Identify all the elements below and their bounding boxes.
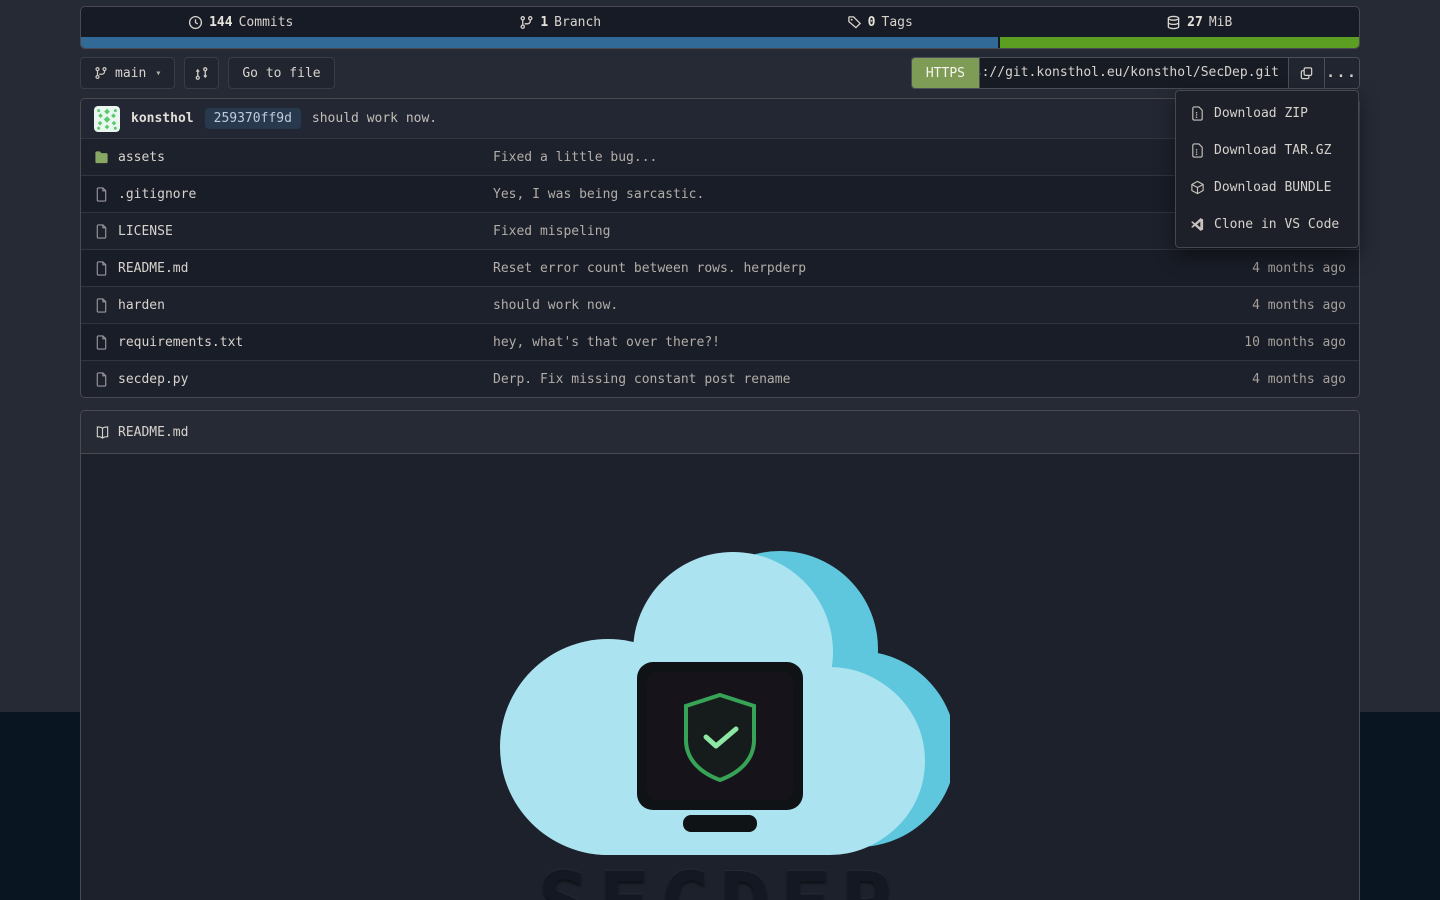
git-branch-icon xyxy=(519,15,534,30)
commit-date: 4 months ago xyxy=(1126,261,1346,276)
language-segment xyxy=(1000,37,1359,48)
file-link[interactable]: LICENSE xyxy=(118,224,173,239)
commit-date: 4 months ago xyxy=(1126,298,1346,313)
file-link[interactable]: secdep.py xyxy=(118,372,188,387)
more-options-button[interactable]: ... xyxy=(1324,58,1359,88)
clock-history-icon xyxy=(188,15,203,30)
database-icon xyxy=(1166,15,1181,30)
avatar[interactable] xyxy=(94,106,120,132)
go-to-file-label: Go to file xyxy=(242,66,320,81)
stat-tags-label: Tags xyxy=(882,15,913,30)
copy-url-button[interactable] xyxy=(1289,58,1324,88)
clone-url-input[interactable]: https://git.konsthol.eu/konsthol/SecDep.… xyxy=(979,58,1289,88)
zip-file-icon xyxy=(1190,143,1205,158)
stat-size-label: MiB xyxy=(1209,15,1232,30)
git-compare-icon xyxy=(194,66,209,81)
menu-item-label: Clone in VS Code xyxy=(1214,217,1339,232)
repo-summary-bar: 144 Commits 1 Branch 0 Tags 27 MiB xyxy=(80,6,1360,49)
secdep-logo-image: SECDEP xyxy=(490,549,950,900)
chevron-down-icon: ▾ xyxy=(155,68,161,79)
table-row: harden should work now. 4 months ago xyxy=(81,286,1359,323)
table-row: requirements.txt hey, what's that over t… xyxy=(81,323,1359,360)
stat-commits-count: 144 xyxy=(209,15,232,30)
repo-toolbar: main ▾ Go to file HTTPS https://git.kons… xyxy=(80,57,1360,89)
table-row: .gitignore Yes, I was being sarcastic. xyxy=(81,175,1359,212)
file-table: konsthol 259370ff9d should work now. ass… xyxy=(80,98,1360,398)
latest-commit-message[interactable]: should work now. xyxy=(312,111,437,126)
file-icon xyxy=(94,261,109,276)
stat-commits-label: Commits xyxy=(239,15,294,30)
commit-message-link[interactable]: hey, what's that over there?! xyxy=(493,335,1126,350)
table-row: assets Fixed a little bug... xyxy=(81,138,1359,175)
stat-tags[interactable]: 0 Tags xyxy=(720,7,1040,37)
stat-branches[interactable]: 1 Branch xyxy=(401,7,721,37)
folder-icon xyxy=(94,150,109,165)
book-icon xyxy=(95,425,110,440)
menu-item-label: Download BUNDLE xyxy=(1214,180,1331,195)
package-icon xyxy=(1190,180,1205,195)
copy-icon xyxy=(1299,66,1314,81)
commit-message-link[interactable]: Yes, I was being sarcastic. xyxy=(493,187,1126,202)
secdep-logo-wordmark: SECDEP xyxy=(490,854,950,900)
stat-commits[interactable]: 144 Commits xyxy=(81,7,401,37)
stat-size-count: 27 xyxy=(1187,15,1203,30)
file-icon xyxy=(94,372,109,387)
commit-date: 4 months ago xyxy=(1126,372,1346,387)
menu-item-download-targz[interactable]: Download TAR.GZ xyxy=(1176,132,1358,169)
commit-message-link[interactable]: Derp. Fix missing constant post rename xyxy=(493,372,1126,387)
menu-item-download-zip[interactable]: Download ZIP xyxy=(1176,95,1358,132)
language-segment xyxy=(81,37,998,48)
clone-url-value: https://git.konsthol.eu/konsthol/SecDep.… xyxy=(979,65,1279,80)
menu-item-label: Download TAR.GZ xyxy=(1214,143,1331,158)
file-link[interactable]: README.md xyxy=(118,261,188,276)
branch-selector-button[interactable]: main ▾ xyxy=(80,57,175,89)
file-icon xyxy=(94,298,109,313)
vscode-icon xyxy=(1190,217,1205,232)
commit-date: 10 months ago xyxy=(1126,335,1346,350)
language-stats-bar[interactable] xyxy=(81,37,1359,48)
readme-panel: README.md SECDEP xyxy=(80,410,1360,900)
table-row: secdep.py Derp. Fix missing constant pos… xyxy=(81,360,1359,397)
stat-tags-count: 0 xyxy=(868,15,876,30)
clone-protocol-https-button[interactable]: HTTPS xyxy=(912,58,979,88)
tag-icon xyxy=(847,15,862,30)
stat-branches-label: Branch xyxy=(554,15,601,30)
commit-sha-badge[interactable]: 259370ff9d xyxy=(205,108,301,129)
commit-message-link[interactable]: should work now. xyxy=(493,298,1126,313)
table-row: LICENSE Fixed mispeling xyxy=(81,212,1359,249)
compare-branches-button[interactable] xyxy=(184,57,219,89)
file-link[interactable]: assets xyxy=(118,150,165,165)
latest-commit-row: konsthol 259370ff9d should work now. xyxy=(81,99,1359,138)
stat-size[interactable]: 27 MiB xyxy=(1040,7,1360,37)
file-icon xyxy=(94,187,109,202)
table-row: README.md Reset error count between rows… xyxy=(81,249,1359,286)
download-dropdown-menu: Download ZIP Download TAR.GZ Download BU… xyxy=(1175,90,1359,248)
file-link[interactable]: harden xyxy=(118,298,165,313)
commit-message-link[interactable]: Fixed a little bug... xyxy=(493,150,1126,165)
git-branch-icon xyxy=(94,66,108,80)
file-link[interactable]: requirements.txt xyxy=(118,335,243,350)
file-link[interactable]: .gitignore xyxy=(118,187,196,202)
stat-branches-count: 1 xyxy=(540,15,548,30)
go-to-file-button[interactable]: Go to file xyxy=(228,57,334,89)
readme-title: README.md xyxy=(118,425,188,440)
zip-file-icon xyxy=(1190,106,1205,121)
file-icon xyxy=(94,335,109,350)
file-icon xyxy=(94,224,109,239)
commit-message-link[interactable]: Reset error count between rows. herpderp xyxy=(493,261,1126,276)
menu-item-download-bundle[interactable]: Download BUNDLE xyxy=(1176,169,1358,206)
readme-content: SECDEP xyxy=(81,454,1359,900)
menu-item-clone-vscode[interactable]: Clone in VS Code xyxy=(1176,206,1358,243)
commit-author[interactable]: konsthol xyxy=(131,111,194,126)
kebab-horizontal-icon: ... xyxy=(1326,65,1357,81)
commit-message-link[interactable]: Fixed mispeling xyxy=(493,224,1126,239)
branch-name: main xyxy=(115,66,146,81)
menu-item-label: Download ZIP xyxy=(1214,106,1308,121)
readme-header: README.md xyxy=(81,411,1359,454)
